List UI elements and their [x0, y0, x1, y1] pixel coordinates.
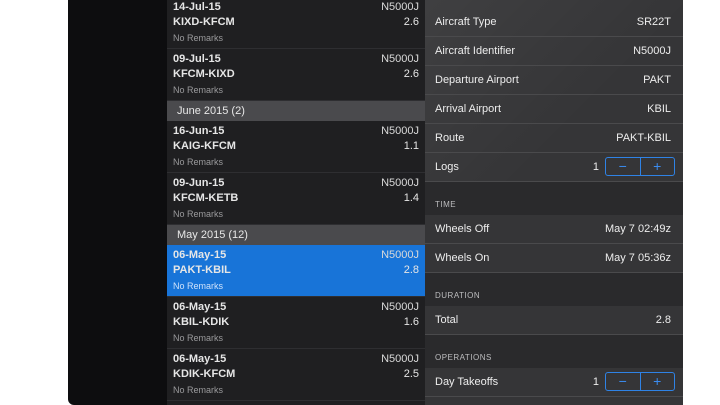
row-label: Departure Airport — [435, 74, 519, 86]
row-label: Day Takeoffs — [435, 376, 499, 388]
list-item[interactable]: 06-May-15 N5000J KBIL-KDIK 1.6 No Remark… — [167, 297, 425, 349]
flight-route: KBIL-KDIK — [173, 316, 230, 328]
row-label: Route — [435, 132, 465, 144]
flight-date: 09-Jul-15 — [173, 53, 221, 65]
flight-route: KDIK-KFCM — [173, 368, 236, 380]
flight-ident: N5000J — [381, 353, 419, 365]
flight-total: 1.1 — [403, 140, 419, 152]
flight-route: KFCM-KETB — [173, 192, 239, 204]
flight-total: 2.6 — [403, 68, 419, 80]
list-item[interactable]: 14-Jul-15 N5000J KIXD-KFCM 2.6 No Remark… — [167, 0, 425, 49]
row-value: May 7 02:49z — [604, 223, 671, 235]
row-value: May 7 05:36z — [604, 252, 671, 264]
row-route[interactable]: Route PAKT-KBIL — [425, 124, 683, 153]
row-aircraft-identifier[interactable]: Aircraft Identifier N5000J — [425, 37, 683, 66]
flight-remarks: No Remarks — [173, 281, 224, 291]
row-value: PAKT-KBIL — [616, 132, 671, 144]
row-total[interactable]: Total 2.8 — [425, 306, 683, 335]
flight-remarks: No Remarks — [173, 333, 224, 343]
flight-route: KAIG-KFCM — [173, 140, 236, 152]
flight-total: 1.4 — [403, 192, 419, 204]
flight-remarks: No Remarks — [173, 385, 224, 395]
section-header-duration: DURATION — [425, 273, 683, 306]
section-title: DURATION — [435, 291, 481, 300]
flight-date: 06-May-15 — [173, 353, 227, 365]
flight-date: 06-May-15 — [173, 301, 227, 313]
row-value: N5000J — [633, 45, 671, 57]
flight-route: KFCM-KIXD — [173, 68, 235, 80]
day-takeoffs-count: 1 — [592, 376, 599, 388]
row-aircraft-type[interactable]: Aircraft Type SR22T — [425, 8, 683, 37]
row-wheels-on[interactable]: Wheels On May 7 05:36z — [425, 244, 683, 273]
flight-total: 1.6 — [403, 316, 419, 328]
decrement-button[interactable]: − — [606, 158, 640, 175]
flight-date: 14-Jul-15 — [173, 1, 221, 13]
list-item-selected[interactable]: 06-May-15 N5000J PAKT-KBIL 2.8 No Remark… — [167, 245, 425, 297]
row-value: SR22T — [636, 16, 671, 28]
row-day-takeoffs: Day Takeoffs 1 − + — [425, 368, 683, 397]
row-value: KBIL — [647, 103, 671, 115]
flight-route: KIXD-KFCM — [173, 16, 235, 28]
list-item[interactable]: 09-Jul-15 N5000J KFCM-KIXD 2.6 No Remark… — [167, 49, 425, 101]
flight-date: 06-May-15 — [173, 249, 227, 261]
section-title: OPERATIONS — [435, 353, 492, 362]
flight-date: 16-Jun-15 — [173, 125, 225, 137]
list-item[interactable]: 06-May-15 N5000J KDIK-KFCM 2.5 No Remark… — [167, 349, 425, 401]
row-label: Wheels On — [435, 252, 490, 264]
row-value: 2.8 — [655, 314, 671, 326]
flight-remarks: No Remarks — [173, 33, 224, 43]
flight-total: 2.8 — [403, 264, 419, 276]
flight-remarks: No Remarks — [173, 85, 224, 95]
increment-button[interactable]: + — [641, 373, 675, 390]
app-screen: 14-Jul-15 N5000J KIXD-KFCM 2.6 No Remark… — [167, 0, 683, 405]
flight-ident: N5000J — [381, 125, 419, 137]
flight-ident: N5000J — [381, 53, 419, 65]
flight-total: 2.6 — [403, 16, 419, 28]
row-label: Aircraft Identifier — [435, 45, 516, 57]
list-item[interactable]: 16-Jun-15 N5000J KAIG-KFCM 1.1 No Remark… — [167, 121, 425, 173]
row-arrival-airport[interactable]: Arrival Airport KBIL — [425, 95, 683, 124]
row-label: Aircraft Type — [435, 16, 497, 28]
flight-list[interactable]: 14-Jul-15 N5000J KIXD-KFCM 2.6 No Remark… — [167, 0, 425, 405]
row-label: Total — [435, 314, 459, 326]
row-wheels-off[interactable]: Wheels Off May 7 02:49z — [425, 215, 683, 244]
section-header-time: TIME — [425, 182, 683, 215]
flight-remarks: No Remarks — [173, 157, 224, 167]
logs-count: 1 — [592, 161, 599, 173]
flight-date: 09-Jun-15 — [173, 177, 225, 189]
flight-route: PAKT-KBIL — [173, 264, 231, 276]
flight-ident: N5000J — [381, 1, 419, 13]
row-label: Logs — [435, 161, 459, 173]
day-takeoffs-stepper[interactable]: − + — [605, 372, 675, 391]
row-label: Arrival Airport — [435, 103, 502, 115]
decrement-button[interactable]: − — [606, 373, 640, 390]
flight-ident: N5000J — [381, 301, 419, 313]
flight-total: 2.5 — [403, 368, 419, 380]
section-header-operations: OPERATIONS — [425, 335, 683, 368]
row-logs: Logs 1 − + — [425, 153, 683, 182]
row-value: PAKT — [643, 74, 671, 86]
flight-remarks: No Remarks — [173, 209, 224, 219]
flight-ident: N5000J — [381, 177, 419, 189]
logs-stepper[interactable]: − + — [605, 157, 675, 176]
flight-ident: N5000J — [381, 249, 419, 261]
increment-button[interactable]: + — [641, 158, 675, 175]
row-departure-airport[interactable]: Departure Airport PAKT — [425, 66, 683, 95]
section-header-may: May 2015 (12) — [167, 225, 425, 245]
section-header-june: June 2015 (2) — [167, 101, 425, 121]
flight-detail-panel: Aircraft Type SR22T Aircraft Identifier … — [425, 0, 683, 405]
list-item[interactable]: 09-Jun-15 N5000J KFCM-KETB 1.4 No Remark… — [167, 173, 425, 225]
row-label: Wheels Off — [435, 223, 490, 235]
section-title: TIME — [435, 200, 457, 209]
